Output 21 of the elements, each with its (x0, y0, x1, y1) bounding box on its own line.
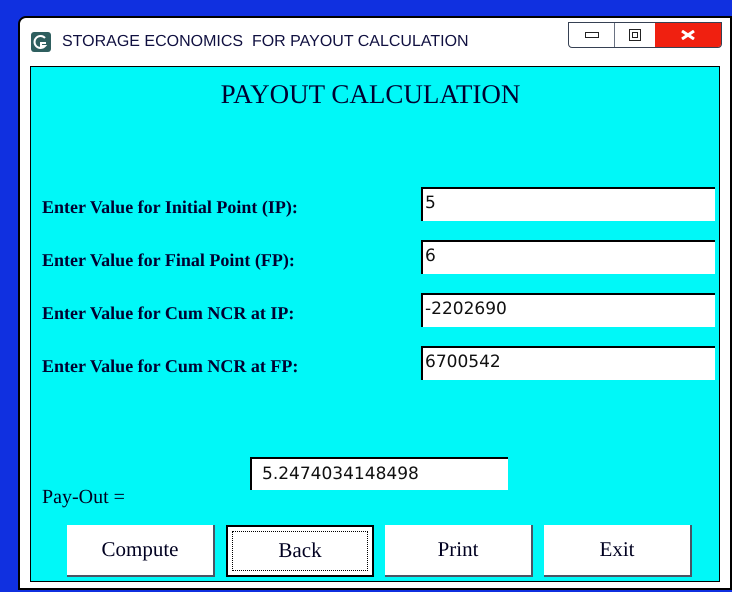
field-label: Enter Value for Initial Point (IP): (42, 196, 299, 219)
action-button[interactable]: Back (226, 525, 374, 577)
action-button[interactable]: Compute (67, 525, 215, 577)
action-button[interactable]: Exit (544, 525, 692, 577)
input-field[interactable]: 5 (421, 186, 715, 220)
result-field[interactable]: 5.2474034148498 (250, 457, 508, 490)
window-title: STORAGE ECONOMICS FOR PAYOUT CALCULATION (62, 32, 469, 52)
result-label: Pay-Out = (42, 487, 126, 507)
minimize-icon (584, 32, 598, 38)
app-icon (30, 31, 52, 53)
field-label: Enter Value for Cum NCR at FP: (42, 355, 300, 378)
close-icon (681, 30, 695, 40)
close-button[interactable] (655, 23, 721, 47)
input-field[interactable]: 6 (421, 240, 715, 274)
action-button[interactable]: Print (385, 525, 533, 577)
field-label: Enter Value for Final Point (FP): (42, 249, 296, 272)
field-label: Enter Value for Cum NCR at IP: (42, 302, 296, 325)
input-field[interactable]: -2202690 (421, 292, 715, 326)
form-heading: PAYOUT CALCULATION (220, 81, 522, 108)
input-field[interactable]: 6700542 (421, 346, 715, 380)
maximize-icon (629, 29, 641, 41)
